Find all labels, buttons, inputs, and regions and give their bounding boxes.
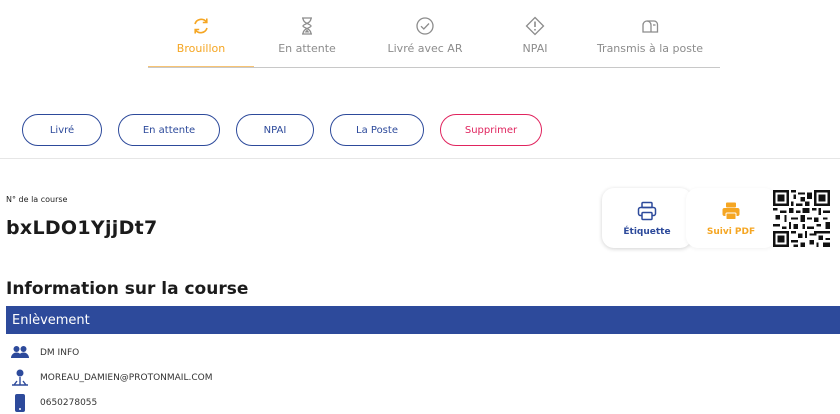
tab-label: NPAI: [522, 42, 548, 55]
warning-diamond-icon: [525, 16, 545, 36]
divider: [0, 158, 840, 159]
tab-npai[interactable]: NPAI: [490, 0, 580, 68]
course-number: bxLDO1YjjDt7: [6, 217, 158, 239]
tabs-divider: [148, 67, 720, 68]
en-attente-button[interactable]: En attente: [118, 114, 220, 146]
info-row-phone: 0650278055: [10, 393, 97, 413]
info-row-name: DM INFO: [10, 343, 79, 363]
tab-label: En attente: [278, 42, 336, 55]
tab-label: Transmis à la poste: [596, 42, 704, 55]
tab-en-attente[interactable]: En attente: [254, 0, 360, 68]
info-row-email: MOREAU_DAMIEN@PROTONMAIL.COM: [10, 368, 212, 388]
printer-icon: [637, 201, 657, 220]
contact-email: MOREAU_DAMIEN@PROTONMAIL.COM: [40, 373, 213, 383]
etiquette-button[interactable]: Étiquette: [602, 188, 692, 248]
enlevement-title: Enlèvement: [12, 312, 90, 328]
printer-icon: [722, 202, 740, 220]
npai-button[interactable]: NPAI: [236, 114, 314, 146]
etiquette-label: Étiquette: [623, 226, 671, 237]
phone-icon: [15, 394, 25, 412]
tab-livre-avec-ar[interactable]: Livré avec AR: [360, 0, 490, 68]
status-tabs: Brouillon En attente Livré avec AR NPAI …: [148, 0, 720, 68]
contact-phone: 0650278055: [40, 398, 98, 408]
mailbox-icon: [642, 20, 659, 33]
tab-transmis-a-la-poste[interactable]: Transmis à la poste: [580, 0, 720, 68]
suivi-pdf-label: Suivi PDF: [706, 226, 756, 237]
qr-code: [773, 190, 830, 247]
la-poste-button[interactable]: La Poste: [330, 114, 424, 146]
course-number-label: N° de la course: [6, 195, 68, 204]
section-title: Information sur la course: [6, 279, 249, 299]
tab-brouillon[interactable]: Brouillon: [148, 0, 254, 68]
tab-label: Brouillon: [176, 42, 226, 55]
check-circle-icon: [416, 17, 434, 35]
contact-name: DM INFO: [40, 348, 80, 358]
users-icon: [11, 346, 29, 358]
supprimer-button[interactable]: Supprimer: [440, 114, 542, 146]
livre-button[interactable]: Livré: [22, 114, 102, 146]
user-icon: [12, 369, 28, 386]
enlevement-header: Enlèvement: [6, 306, 840, 334]
refresh-icon: [194, 18, 208, 34]
suivi-pdf-button[interactable]: Suivi PDF: [686, 188, 776, 248]
tab-label: Livré avec AR: [387, 42, 463, 55]
hourglass-icon: [302, 17, 312, 35]
